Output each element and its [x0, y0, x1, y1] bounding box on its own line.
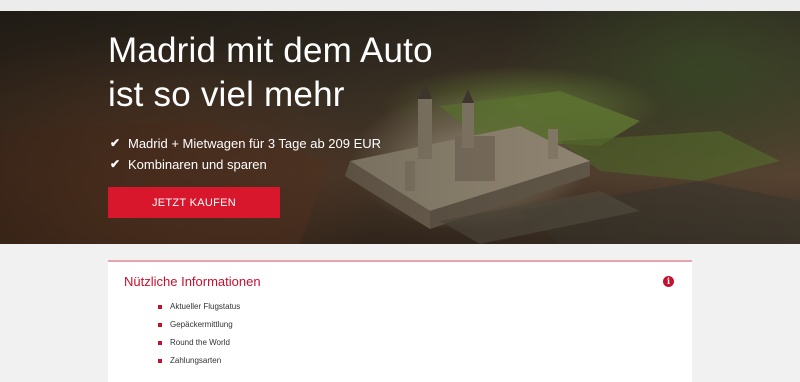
- hero-title-line-2: ist so viel mehr: [108, 75, 345, 114]
- info-link-payment-methods[interactable]: Zahlungsarten: [170, 352, 221, 370]
- benefit-list: ✔ Madrid + Mietwagen für 3 Tage ab 209 E…: [110, 133, 381, 175]
- info-link-item[interactable]: Aktueller Flugstatus: [158, 298, 240, 316]
- benefit-text: Kombinaren und sparen: [128, 157, 267, 172]
- buy-now-button[interactable]: JETZT KAUFEN: [108, 187, 280, 218]
- top-strip: [0, 0, 800, 11]
- benefit-item: ✔ Kombinaren und sparen: [110, 154, 381, 175]
- info-panel-title: Nützliche Informationen: [124, 274, 261, 289]
- info-link-flight-status[interactable]: Aktueller Flugstatus: [170, 298, 240, 316]
- hero-banner: Madrid mit dem Auto ist so viel mehr ✔ M…: [0, 11, 800, 244]
- info-link-item[interactable]: Round the World: [158, 334, 240, 352]
- info-link-item[interactable]: Gepäckermittlung: [158, 316, 240, 334]
- square-bullet-icon: [158, 359, 162, 363]
- check-icon: ✔: [110, 136, 121, 150]
- info-link-list: Aktueller Flugstatus Gepäckermittlung Ro…: [158, 298, 240, 370]
- info-link-item[interactable]: Zahlungsarten: [158, 352, 240, 370]
- square-bullet-icon: [158, 341, 162, 345]
- info-link-baggage-tracing[interactable]: Gepäckermittlung: [170, 316, 233, 334]
- info-icon[interactable]: i: [663, 276, 674, 287]
- useful-info-panel: Nützliche Informationen i Aktueller Flug…: [108, 260, 692, 382]
- check-icon: ✔: [110, 157, 121, 171]
- info-link-round-the-world[interactable]: Round the World: [170, 334, 230, 352]
- benefit-text: Madrid + Mietwagen für 3 Tage ab 209 EUR: [128, 136, 382, 151]
- square-bullet-icon: [158, 323, 162, 327]
- hero-title-line-1: Madrid mit dem Auto: [108, 31, 433, 70]
- hero-title: Madrid mit dem Auto ist so viel mehr: [108, 29, 528, 117]
- benefit-item: ✔ Madrid + Mietwagen für 3 Tage ab 209 E…: [110, 133, 381, 154]
- square-bullet-icon: [158, 305, 162, 309]
